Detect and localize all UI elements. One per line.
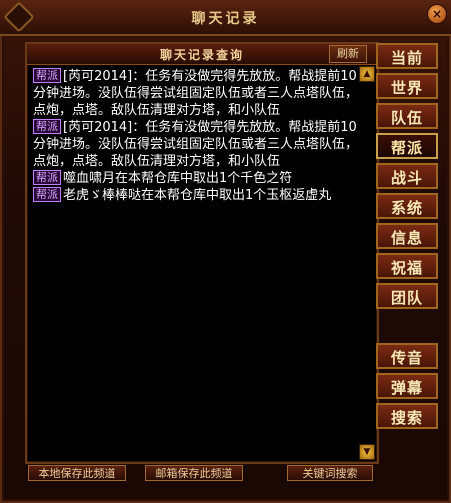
- chat-log-panel: 聊天记录查询 刷新 帮派 [芮可2014]：任务有没做完得先放放。帮战提前10分钟…: [25, 42, 379, 464]
- panel-header: 聊天记录查询 刷新: [27, 44, 377, 65]
- channel-button-team[interactable]: 队伍: [376, 103, 438, 129]
- channel-button-battle[interactable]: 战斗: [376, 163, 438, 189]
- save-local-button[interactable]: 本地保存此频道: [28, 465, 126, 481]
- channel-button-current[interactable]: 当前: [376, 43, 438, 69]
- refresh-button[interactable]: 刷新: [329, 45, 367, 63]
- title-bar: 聊天记录 ×: [0, 0, 451, 36]
- scroll-down-icon[interactable]: ▼: [359, 444, 375, 460]
- channel-button-search[interactable]: 搜索: [376, 403, 438, 429]
- channel-button-squad[interactable]: 团队: [376, 283, 438, 309]
- save-mail-button[interactable]: 邮箱保存此频道: [145, 465, 243, 481]
- chat-log-window: 聊天记录 × 聊天记录查询 刷新 帮派 [芮可2014]：任务有没做完得先放放。帮…: [0, 0, 451, 503]
- message-item: 帮派 老虎ゞ棒棒哒在本帮仓库中取出1个玉枢返虚丸: [33, 187, 359, 204]
- channel-button-broadcast[interactable]: 传音: [376, 343, 438, 369]
- channel-button-system[interactable]: 系统: [376, 193, 438, 219]
- message-text: 噬血啸月在本帮仓库中取出1个千色之符: [63, 171, 293, 186]
- channel-tag[interactable]: 帮派: [33, 119, 61, 134]
- channel-tag[interactable]: 帮派: [33, 187, 61, 202]
- message-item: 帮派 噬血啸月在本帮仓库中取出1个千色之符: [33, 170, 359, 187]
- message-text: [芮可2014]：任务有没做完得先放放。帮战提前10分钟进场。没队伍得尝试组固定…: [33, 69, 359, 118]
- close-button[interactable]: ×: [427, 4, 447, 24]
- keyword-search-button[interactable]: 关键词搜索: [287, 465, 373, 481]
- channel-button-world[interactable]: 世界: [376, 73, 438, 99]
- scroll-up-icon[interactable]: ▲: [359, 66, 375, 82]
- channel-button-blessing[interactable]: 祝福: [376, 253, 438, 279]
- channel-button-info[interactable]: 信息: [376, 223, 438, 249]
- message-item: 帮派 [芮可2014]：任务有没做完得先放放。帮战提前10分钟进场。没队伍得尝试组…: [33, 68, 359, 119]
- message-text: [芮可2014]：任务有没做完得先放放。帮战提前10分钟进场。没队伍得尝试组固定…: [33, 120, 359, 169]
- channel-tag[interactable]: 帮派: [33, 68, 61, 83]
- channel-tag[interactable]: 帮派: [33, 170, 61, 185]
- panel-title: 聊天记录查询: [159, 48, 244, 62]
- message-item: 帮派 [芮可2014]：任务有没做完得先放放。帮战提前10分钟进场。没队伍得尝试组…: [33, 119, 359, 170]
- message-text: 老虎ゞ棒棒哒在本帮仓库中取出1个玉枢返虚丸: [63, 188, 332, 203]
- window-title: 聊天记录: [191, 11, 260, 27]
- channel-button-guild[interactable]: 帮派: [376, 133, 438, 159]
- channel-button-danmaku[interactable]: 弹幕: [376, 373, 438, 399]
- message-list: 帮派 [芮可2014]：任务有没做完得先放放。帮战提前10分钟进场。没队伍得尝试组…: [33, 68, 359, 448]
